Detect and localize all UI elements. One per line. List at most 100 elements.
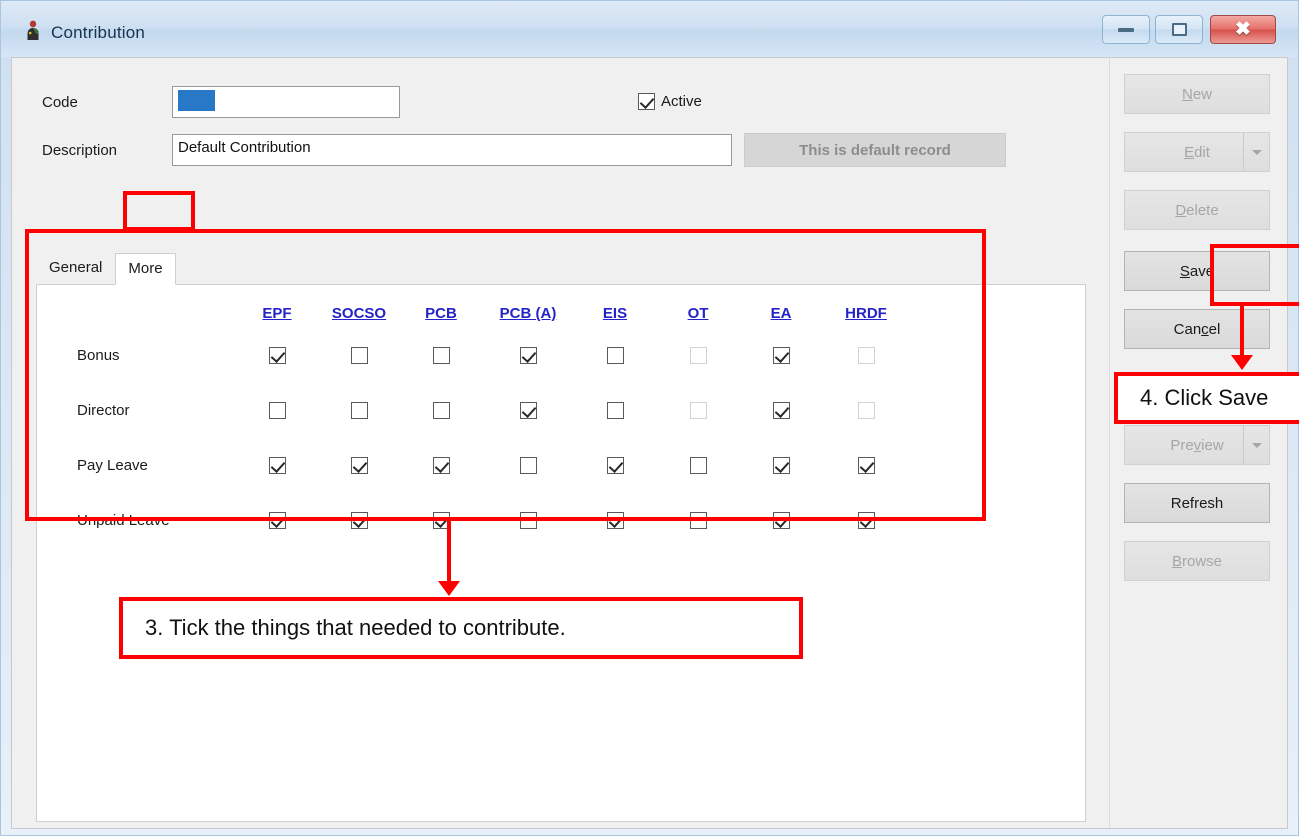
checkbox-bonus-eis[interactable] [606,346,624,364]
close-button[interactable]: ✖ [1210,15,1276,44]
new-button: New [1124,74,1270,114]
column-header-eis[interactable]: EIS [578,305,652,328]
code-selected-text [178,90,215,111]
checkbox-unpaid-leave-socso[interactable] [350,511,368,529]
row-label-unpaid-leave: Unpaid Leave [77,512,170,529]
browse-button-label: Browse [1171,552,1223,570]
column-header-ot[interactable]: OT [652,305,744,328]
checkbox-director-pcb[interactable] [432,401,450,419]
checkbox-pay-leave-socso[interactable] [350,456,368,474]
cell [240,328,314,383]
checkbox-pay-leave-ot[interactable] [689,456,707,474]
cell [314,383,404,438]
tab-general[interactable]: General [36,252,116,284]
delete-button-label: Delete [1175,201,1219,219]
cell [744,328,818,383]
cell [404,493,478,548]
save-button[interactable]: Save [1124,251,1270,291]
cell [652,493,744,548]
table-row: Unpaid Leave [55,493,914,548]
cell [314,438,404,493]
active-checkbox-group[interactable]: Active [638,93,702,110]
active-label: Active [661,93,702,110]
cell [652,383,744,438]
preview-button: Preview [1124,425,1270,465]
refresh-button[interactable]: Refresh [1124,483,1270,523]
cell [818,383,914,438]
tab-panel-more: EPF SOCSO PCB PCB (A) EIS OT EA HRDF Bonus Direc… [36,284,1086,822]
checkbox-pay-leave-ea[interactable] [772,456,790,474]
table-row: Director [55,383,914,438]
checkbox-director-socso[interactable] [350,401,368,419]
checkbox-pay-leave-pcb[interactable] [432,456,450,474]
column-header-ea[interactable]: EA [744,305,818,328]
checkbox-director-epf[interactable] [268,401,286,419]
checkbox-unpaid-leave-ea[interactable] [772,511,790,529]
checkbox-unpaid-leave-eis[interactable] [606,511,624,529]
cell [578,328,652,383]
column-header-epf[interactable]: EPF [240,305,314,328]
column-header-pcb-a[interactable]: PCB (A) [478,305,578,328]
cell [744,493,818,548]
cell [314,328,404,383]
tab-strip: General More [36,252,176,285]
row-label-bonus: Bonus [77,347,120,364]
maximize-icon [1171,23,1187,36]
checkbox-unpaid-leave-pcb-a[interactable] [519,511,537,529]
minimize-button[interactable] [1102,15,1150,44]
checkbox-director-ea[interactable] [772,401,790,419]
column-header-socso[interactable]: SOCSO [314,305,404,328]
table-body: Bonus Director Pay Leave Unpaid Leave [55,328,914,548]
default-record-button: This is default record [744,133,1006,167]
checkbox-pay-leave-eis[interactable] [606,456,624,474]
cell [652,438,744,493]
cell [578,493,652,548]
column-header-hrdf[interactable]: HRDF [818,305,914,328]
checkbox-unpaid-leave-epf[interactable] [268,511,286,529]
table-row: Bonus [55,328,914,383]
maximize-button[interactable] [1155,15,1203,44]
checkbox-pay-leave-hrdf[interactable] [857,456,875,474]
checkbox-pay-leave-pcb-a[interactable] [519,456,537,474]
minimize-icon [1118,27,1134,32]
annotation-note-step3: 3. Tick the things that needed to contri… [119,597,803,659]
refresh-button-label: Refresh [1170,494,1224,512]
cancel-button-label: Cancel [1173,320,1221,338]
checkbox-director-pcb-a[interactable] [519,401,537,419]
cell [578,383,652,438]
edit-button-label: Edit [1184,143,1210,161]
checkbox-bonus-ot [689,346,707,364]
active-checkbox[interactable] [638,93,655,110]
cell [404,328,478,383]
checkbox-unpaid-leave-hrdf[interactable] [857,511,875,529]
checkbox-bonus-epf[interactable] [268,346,286,364]
browse-button: Browse [1124,541,1270,581]
code-input[interactable] [172,86,400,118]
close-icon: ✖ [1235,19,1251,40]
checkbox-pay-leave-epf[interactable] [268,456,286,474]
tab-more[interactable]: More [115,253,176,285]
header-spacer [55,305,240,328]
cell [818,493,914,548]
save-button-label: Save [1179,262,1215,280]
checkbox-director-ot [689,401,707,419]
checkbox-bonus-hrdf [857,346,875,364]
cell [404,383,478,438]
checkbox-bonus-pcb-a[interactable] [519,346,537,364]
checkbox-bonus-socso[interactable] [350,346,368,364]
checkbox-unpaid-leave-ot[interactable] [689,511,707,529]
checkbox-director-eis[interactable] [606,401,624,419]
action-button-bar: New Edit Delete Save Cancel Preview Refr… [1109,58,1287,828]
cancel-button[interactable]: Cancel [1124,309,1270,349]
cell [744,438,818,493]
title-bar[interactable]: Contribution ✖ [1,1,1298,57]
code-label: Code [42,94,78,111]
checkbox-director-hrdf [857,401,875,419]
checkbox-bonus-pcb[interactable] [432,346,450,364]
checkbox-bonus-ea[interactable] [772,346,790,364]
description-input[interactable]: Default Contribution [172,134,732,166]
column-header-pcb[interactable]: PCB [404,305,478,328]
preview-button-label: Preview [1170,436,1224,454]
cell [744,383,818,438]
contribution-table: EPF SOCSO PCB PCB (A) EIS OT EA HRDF Bonus Direc… [55,305,914,548]
